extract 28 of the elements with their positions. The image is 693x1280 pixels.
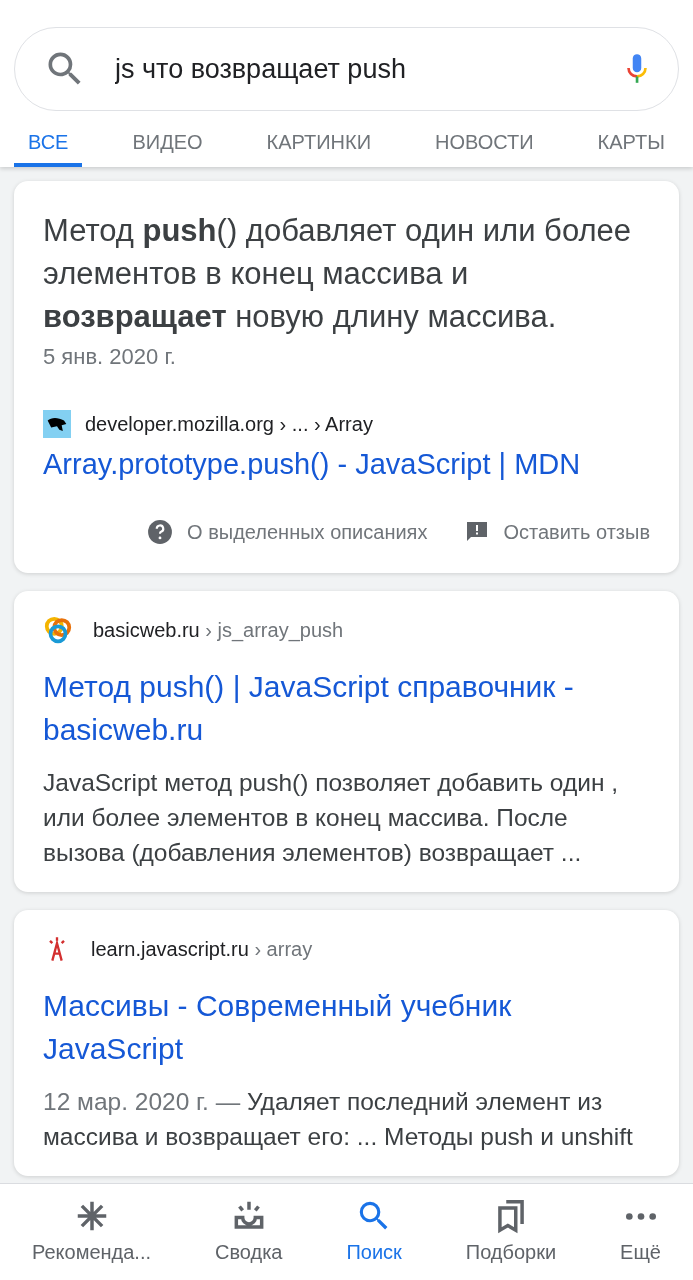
site-url: learn.javascript.ru › array bbox=[91, 936, 313, 962]
about-snippets-button[interactable]: О выделенных описаниях bbox=[147, 516, 428, 547]
site-url: developer.mozilla.org › ... › Array bbox=[85, 412, 373, 437]
answer-text: Метод push() добавляет один или более элементов в конец массива и возвращает новую длину массива. bbox=[43, 212, 632, 336]
result-title-link[interactable]: Метод push() | JavaScript справочник - basicweb.ru bbox=[43, 664, 650, 751]
result-snippet: 12 мар. 2020 г. — Удаляет последний элемент из массива и возвращает его: ... Методы push и unshift bbox=[43, 1086, 634, 1152]
result-title-link[interactable]: Array.prototype.push() - JavaScript | MDN bbox=[43, 443, 650, 487]
tab[interactable]: КАРТЫ bbox=[583, 121, 679, 167]
more-icon bbox=[625, 1212, 656, 1220]
tab[interactable]: КАРТИНКИ bbox=[252, 121, 386, 167]
tab[interactable]: ВИДЕО bbox=[118, 121, 217, 167]
nav-item[interactable]: Ещё bbox=[620, 1197, 661, 1267]
nav-item[interactable]: Рекоменда... bbox=[31, 1197, 152, 1267]
help-icon bbox=[147, 518, 174, 545]
microphone-icon[interactable] bbox=[624, 52, 650, 86]
date-text: 5 янв. 2020 г. bbox=[43, 343, 177, 371]
nav-item[interactable]: Сводка bbox=[214, 1197, 283, 1267]
search-input[interactable]: js что возвращает push bbox=[115, 48, 596, 90]
result-title-link[interactable]: Массивы - Современный учебник JavaScript bbox=[43, 983, 650, 1070]
site-url: basicweb.ru › js_array_push bbox=[93, 617, 344, 644]
result-snippet: JavaScript метод push() позволяет добавить один , или более элементов в конец массива. После вызова (добавления элементов) возвращает ... bbox=[43, 767, 620, 868]
favicon-icon bbox=[43, 614, 73, 645]
feedback-button[interactable]: Оставить отзыв bbox=[465, 516, 650, 547]
nav-item[interactable]: Подборки bbox=[465, 1197, 557, 1267]
tab[interactable]: НОВОСТИ bbox=[421, 121, 548, 167]
tab[interactable]: ВСЕ bbox=[14, 121, 83, 167]
feedback-icon bbox=[465, 519, 490, 544]
nav-item[interactable]: Поиск bbox=[346, 1197, 402, 1267]
